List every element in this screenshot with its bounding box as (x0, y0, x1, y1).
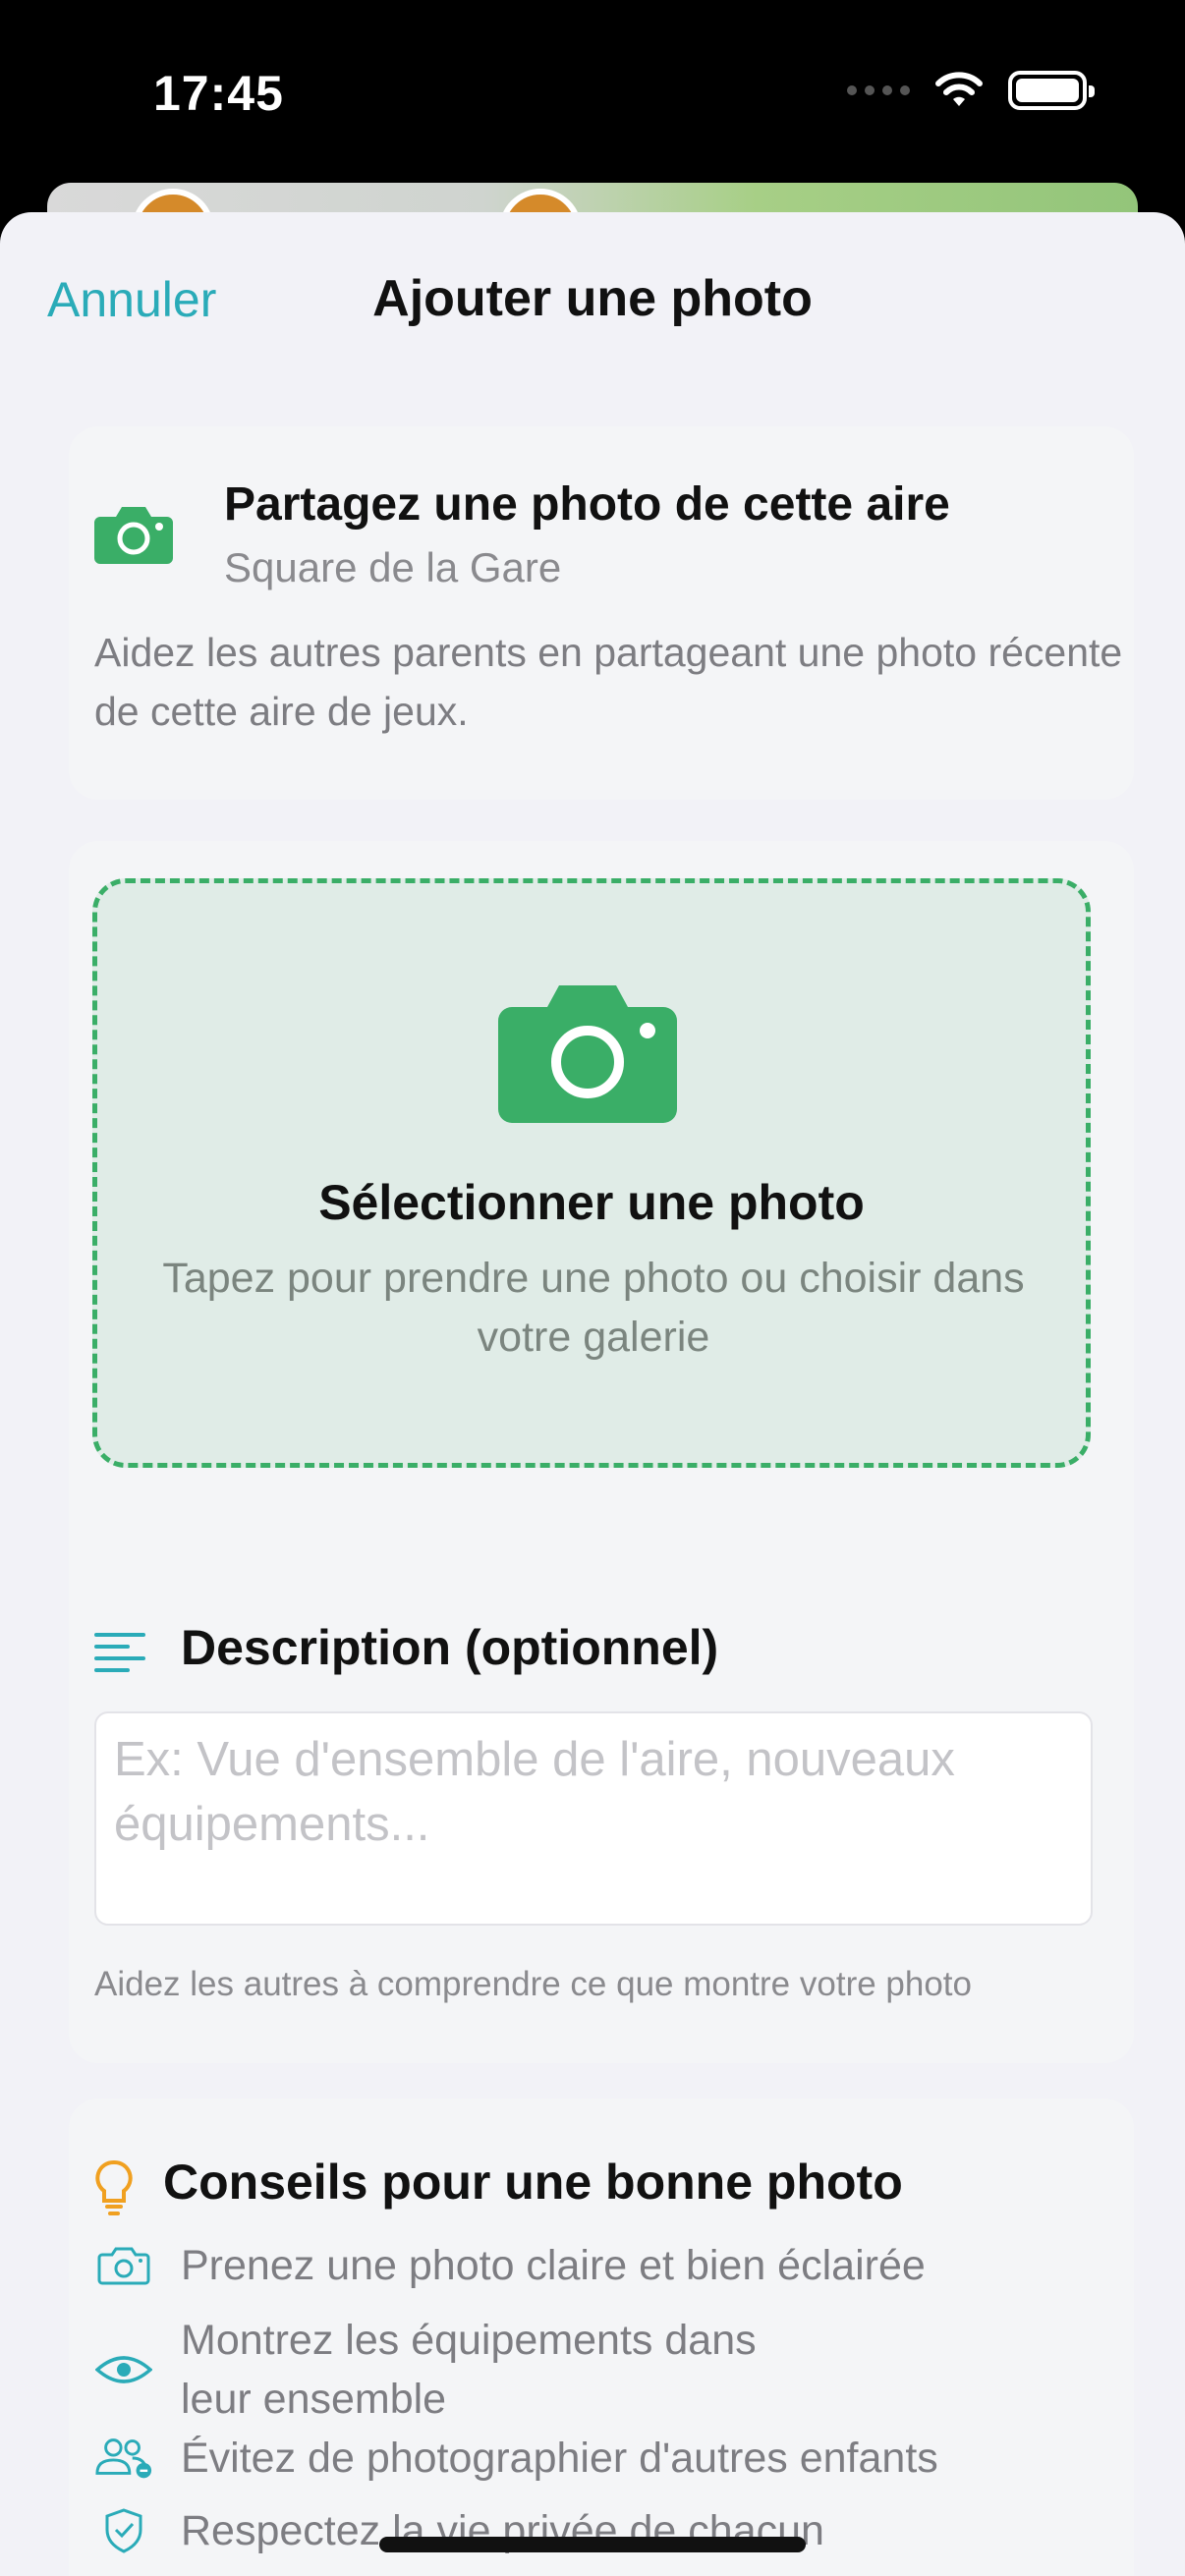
shield-icon (105, 2508, 142, 2553)
intro-title: Partagez une photo de cette aire (224, 478, 950, 531)
description-input[interactable]: Ex: Vue d'ensemble de l'aire, nouveaux é… (94, 1711, 1093, 1926)
tips-title: Conseils pour une bonne photo (163, 2155, 903, 2210)
battery-icon (1008, 71, 1095, 110)
tip-item: Évitez de photographier d'autres enfants (94, 2429, 938, 2488)
cancel-button[interactable]: Annuler (47, 271, 216, 328)
tip-item: Prenez une photo claire et bien éclairée (94, 2236, 926, 2295)
tip-text: Montrez les équipements dans leur ensemb… (181, 2317, 757, 2423)
home-indicator[interactable] (379, 2537, 806, 2552)
select-photo-title: Sélectionner une photo (318, 1175, 865, 1230)
playground-name: Square de la Gare (224, 544, 562, 590)
wifi-icon (935, 72, 983, 106)
camera-icon (97, 2247, 150, 2285)
description-card: Description (optionnel) Ex: Vue d'ensemb… (69, 1572, 1134, 2063)
add-photo-sheet: Ajouter une photo Annuler Partagez une p… (0, 212, 1185, 2576)
status-icons (847, 71, 1095, 110)
status-bar: 17:45 (0, 0, 1185, 187)
status-time: 17:45 (153, 66, 284, 121)
select-photo-subtitle: Tapez pour prendre une photo ou choisir … (162, 1255, 1025, 1361)
text-lines-icon (94, 1633, 145, 1672)
tip-text: Évitez de photographier d'autres enfants (181, 2435, 938, 2482)
people-icon (95, 2438, 152, 2479)
eye-icon (95, 2356, 152, 2383)
intro-description: Aidez les autres parents en partageant u… (94, 630, 1123, 734)
camera-icon (94, 507, 173, 564)
tip-item: Montrez les équipements dans leur ensemb… (94, 2311, 829, 2429)
tips-card: Conseils pour une bonne photo Prenez une… (69, 2099, 1134, 2576)
intro-card: Partagez une photo de cette aire Square … (69, 426, 1134, 800)
select-photo-dropzone[interactable]: Sélectionner une photo Tapez pour prendr… (92, 878, 1091, 1468)
tip-text: Prenez une photo claire et bien éclairée (181, 2242, 926, 2289)
lightbulb-icon (95, 2160, 133, 2215)
description-helper: Aidez les autres à comprendre ce que mon… (94, 1965, 972, 2003)
camera-icon (498, 985, 677, 1123)
description-title: Description (optionnel) (181, 1620, 719, 1675)
cellular-icon (847, 85, 910, 95)
